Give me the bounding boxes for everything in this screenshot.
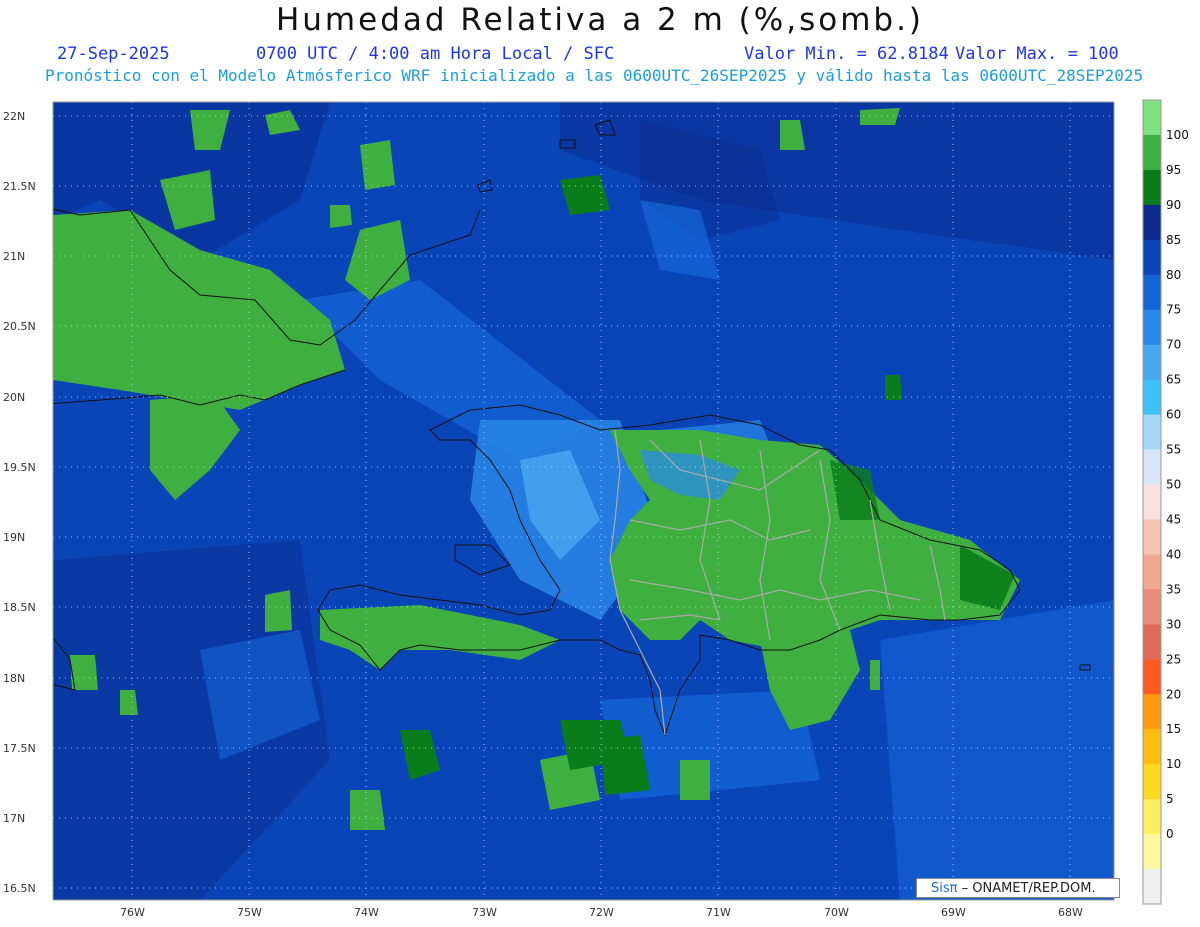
lon-label: 68W [1058,906,1083,919]
map-title: Humedad Relativa a 2 m (%,somb.) [275,2,925,38]
brand-label: Sisπ [931,881,958,896]
colorbar-swatch [1143,764,1161,800]
colorbar-label: 100 [1166,128,1189,142]
colorbar-swatch [1143,729,1161,765]
lat-label: 17N [3,812,25,825]
lon-label: 74W [354,906,379,919]
longitude-axis: 76W 75W 74W 73W 72W 71W 70W 69W 68W [120,906,1083,919]
lat-label: 20N [3,391,25,404]
humidity-field [53,102,1114,900]
lon-label: 71W [706,906,731,919]
colorbar-label: 60 [1166,408,1181,422]
lat-label: 19.5N [3,461,36,474]
colorbar-label: 50 [1166,478,1181,492]
colorbar-swatch [1143,659,1161,695]
colorbar-swatch [1143,239,1161,276]
colorbar-label: 40 [1166,547,1181,561]
colorbar-swatch [1143,414,1161,451]
colorbar-label: 35 [1166,582,1181,596]
colorbar-label: 0 [1166,827,1174,841]
colorbar-label: 5 [1166,792,1174,806]
lat-label: 20.5N [3,320,36,333]
colorbar: 1009590858075706560555045403530252015105… [1142,99,1189,905]
lon-label: 73W [472,906,497,919]
lat-label: 22N [3,110,25,123]
colorbar-swatch [1143,134,1161,171]
lat-label: 17.5N [3,742,36,755]
colorbar-swatch [1143,100,1161,136]
colorbar-label: 70 [1166,338,1181,352]
latitude-axis: 22N 21.5N 21N 20.5N 20N 19.5N 19N 18.5N … [3,110,36,895]
colorbar-label: 10 [1166,757,1181,771]
lat-label: 21.5N [3,180,36,193]
credit-label: – ONAMET/REP.DOM. [961,881,1096,896]
colorbar-swatch [1143,799,1161,835]
colorbar-swatch [1143,869,1161,905]
colorbar-label: 80 [1166,268,1181,282]
colorbar-swatch [1143,379,1161,416]
lon-label: 75W [237,906,262,919]
colorbar-swatch [1143,694,1161,730]
colorbar-swatch [1143,834,1161,870]
lat-label: 16.5N [3,882,36,895]
lon-label: 70W [824,906,849,919]
colorbar-label: 65 [1166,373,1181,387]
colorbar-swatch [1143,554,1161,590]
lat-label: 21N [3,250,25,263]
colorbar-swatch [1143,589,1161,625]
max-value-label: Valor Max. = 100 [955,44,1119,64]
lat-label: 18.5N [3,601,36,614]
lon-label: 76W [120,906,145,919]
colorbar-label: 15 [1166,722,1181,736]
min-value-label: Valor Min. = 62.8184 [744,44,949,64]
lat-label: 19N [3,531,25,544]
colorbar-swatch [1143,309,1161,346]
colorbar-swatch [1143,344,1161,381]
colorbar-swatch [1143,624,1161,660]
colorbar-swatch [1143,204,1161,241]
colorbar-swatch [1143,519,1161,555]
time-label: 0700 UTC / 4:00 am Hora Local / SFC [256,44,615,64]
relative-humidity-map: 22N 21.5N 21N 20.5N 20N 19.5N 19N 18.5N … [3,99,1189,919]
lon-label: 69W [941,906,966,919]
colorbar-swatch [1143,274,1161,311]
date-label: 27-Sep-2025 [57,44,170,64]
colorbar-label: 85 [1166,233,1181,247]
colorbar-label: 75 [1166,303,1181,317]
colorbar-label: 45 [1166,512,1181,526]
colorbar-swatch [1143,484,1161,520]
colorbar-label: 95 [1166,163,1181,177]
lat-label: 18N [3,672,25,685]
forecast-info: Pronóstico con el Modelo Atmósferico WRF… [45,66,1144,85]
colorbar-swatch [1143,169,1161,206]
colorbar-swatch [1143,449,1161,486]
colorbar-label: 25 [1166,652,1181,666]
colorbar-label: 20 [1166,687,1181,701]
colorbar-label: 55 [1166,443,1181,457]
colorbar-label: 30 [1166,617,1181,631]
credit-box: Sisπ – ONAMET/REP.DOM. [916,878,1120,898]
colorbar-label: 90 [1166,198,1181,212]
lon-label: 72W [589,906,614,919]
